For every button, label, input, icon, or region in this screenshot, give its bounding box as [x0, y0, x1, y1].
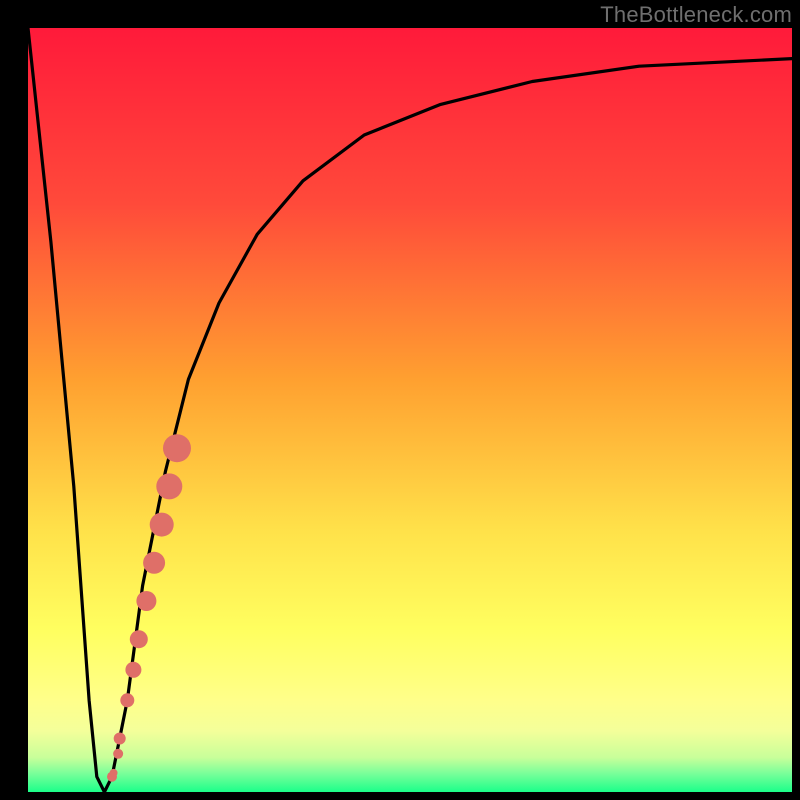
highlight-dot — [143, 552, 165, 574]
highlight-dot — [114, 733, 126, 745]
bottleneck-chart — [0, 0, 800, 800]
frame-left — [0, 0, 28, 800]
highlight-dot — [110, 769, 118, 777]
highlight-dot — [120, 693, 134, 707]
highlight-dot — [150, 513, 174, 537]
watermark-text: TheBottleneck.com — [600, 2, 792, 28]
frame-right — [792, 0, 800, 800]
highlight-dot — [156, 473, 182, 499]
frame-bottom — [0, 792, 800, 800]
gradient-background — [28, 28, 792, 792]
highlight-dot — [130, 630, 148, 648]
highlight-dot — [125, 662, 141, 678]
highlight-dot — [163, 434, 191, 462]
highlight-dot — [113, 749, 123, 759]
chart-stage: TheBottleneck.com — [0, 0, 800, 800]
highlight-dot — [136, 591, 156, 611]
